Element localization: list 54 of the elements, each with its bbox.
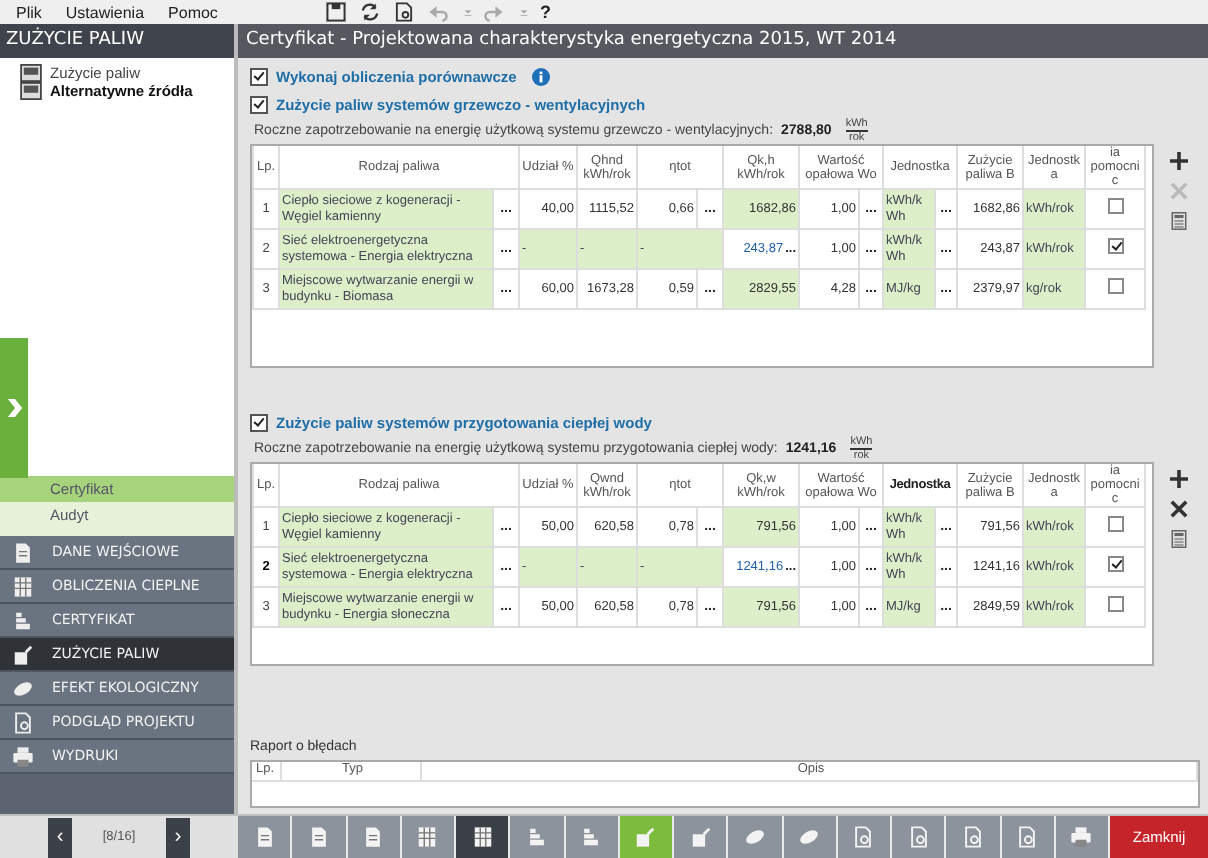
leaf-icon	[743, 826, 766, 848]
add-icon[interactable]	[1170, 152, 1188, 170]
checkbox[interactable]	[250, 67, 268, 85]
add-icon[interactable]	[1170, 470, 1188, 488]
menu-item[interactable]: Plik	[16, 3, 42, 21]
toolbar-button[interactable]	[456, 816, 511, 858]
folder-icon	[20, 82, 42, 100]
spreadsheet-icon	[471, 826, 494, 848]
refresh-icon[interactable]	[359, 2, 380, 22]
calculator-icon[interactable]	[1170, 212, 1188, 230]
leaf-icon	[12, 677, 34, 699]
info-icon[interactable]	[532, 67, 551, 85]
document-icon	[362, 826, 385, 848]
bars-icon	[580, 826, 603, 848]
previous-button[interactable]: ‹	[48, 817, 72, 857]
window-title: Certyfikat - Projektowana charakterystyka energetyczna 2015, WT 2014	[238, 24, 1208, 58]
checkbox[interactable]	[1107, 238, 1124, 255]
document-search-icon[interactable]	[393, 2, 414, 22]
canister-icon	[12, 643, 34, 665]
document-icon	[307, 826, 330, 848]
panel-title: ZUŻYCIE PALIW	[0, 24, 234, 58]
document-icon	[253, 826, 276, 848]
printer-icon	[1070, 826, 1093, 848]
checkbox[interactable]	[1107, 556, 1124, 573]
folder-icon	[20, 64, 42, 82]
checkbox[interactable]	[1107, 198, 1124, 215]
spreadsheet-icon	[416, 826, 439, 848]
checkbox[interactable]	[250, 413, 268, 431]
save-icon[interactable]	[325, 2, 346, 22]
document-search-icon	[1016, 826, 1039, 848]
printer-icon	[12, 745, 34, 767]
document-search-icon	[961, 826, 984, 848]
calculator-icon[interactable]	[1170, 530, 1188, 548]
checkbox[interactable]	[1107, 516, 1124, 533]
checkbox[interactable]	[1107, 596, 1124, 613]
arrow-icon	[5, 394, 23, 422]
document-search-icon	[12, 711, 34, 733]
canister-icon	[689, 826, 712, 848]
menu-item[interactable]: Pomoc	[168, 3, 218, 21]
menu-item[interactable]: Ustawienia	[65, 3, 145, 21]
panel-toggle-tab[interactable]	[0, 338, 28, 478]
spreadsheet-icon	[12, 575, 34, 597]
document-search-icon	[852, 826, 875, 848]
help-button[interactable]: ?	[539, 2, 551, 22]
bars-icon	[525, 826, 548, 848]
document-search-icon	[907, 826, 930, 848]
checkbox[interactable]	[1107, 278, 1124, 295]
canister-icon	[634, 826, 657, 848]
checkbox[interactable]	[250, 95, 268, 113]
document-icon	[12, 541, 34, 563]
bars-icon	[12, 609, 34, 631]
leaf-icon	[798, 826, 821, 848]
close-icon[interactable]	[1170, 500, 1188, 518]
next-button[interactable]: ›	[165, 817, 190, 857]
